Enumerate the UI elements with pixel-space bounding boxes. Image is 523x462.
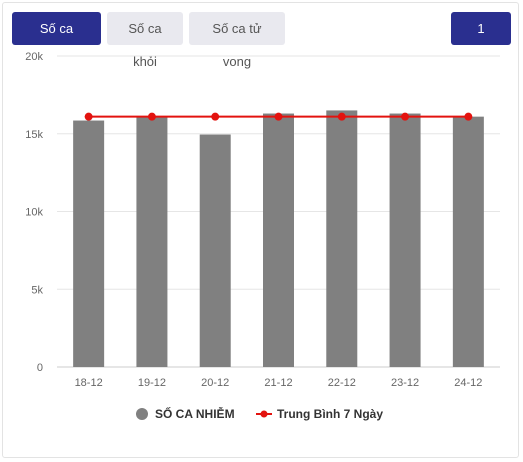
average-point[interactable]	[464, 112, 473, 121]
legend-infected-label[interactable]: SỐ CA NHIỄM	[155, 406, 235, 421]
x-tick-label: 24-12	[454, 377, 482, 389]
average-point[interactable]	[147, 112, 156, 121]
bar-24-12[interactable]	[452, 116, 484, 368]
x-axis: 18-12 19-12 20-12 21-12 22-12 23-12 24-12	[75, 377, 483, 389]
x-tick-label: 19-12	[138, 377, 166, 389]
bar-18-12[interactable]	[73, 120, 105, 367]
bar-23-12[interactable]	[389, 113, 421, 367]
chart-legend[interactable]: SỐ CA NHIỄM Trung Bình 7 Ngày	[136, 406, 383, 421]
y-tick-label: 20k	[25, 51, 43, 63]
average-point[interactable]	[274, 112, 283, 121]
bar-22-12[interactable]	[326, 110, 358, 368]
x-tick-label: 20-12	[201, 377, 229, 389]
y-tick-label: 0	[37, 362, 43, 374]
y-tick-label: 10k	[25, 207, 43, 219]
x-tick-label: 22-12	[328, 377, 356, 389]
average-point[interactable]	[337, 112, 346, 121]
bar-21-12[interactable]	[263, 113, 294, 367]
x-tick-label: 23-12	[391, 377, 419, 389]
legend-average-dot-marker	[260, 410, 268, 418]
chart-bars[interactable]	[73, 110, 484, 368]
x-tick-label: 21-12	[264, 377, 292, 389]
legend-average-label[interactable]: Trung Bình 7 Ngày	[277, 407, 383, 421]
average-point[interactable]	[401, 112, 410, 121]
y-tick-label: 5k	[31, 284, 43, 296]
average-point[interactable]	[84, 112, 93, 121]
bar-20-12[interactable]	[199, 134, 231, 367]
y-tick-label: 15k	[25, 129, 43, 141]
cases-chart: 0 5k 10k 15k 20k 18-12 19-12 20-12 21-12 22-12 23…	[25, 51, 500, 421]
average-point[interactable]	[211, 112, 220, 121]
legend-infected-marker	[136, 408, 148, 420]
x-tick-label: 18-12	[75, 377, 103, 389]
bar-19-12[interactable]	[136, 117, 168, 367]
y-axis: 0 5k 10k 15k 20k	[25, 51, 43, 374]
